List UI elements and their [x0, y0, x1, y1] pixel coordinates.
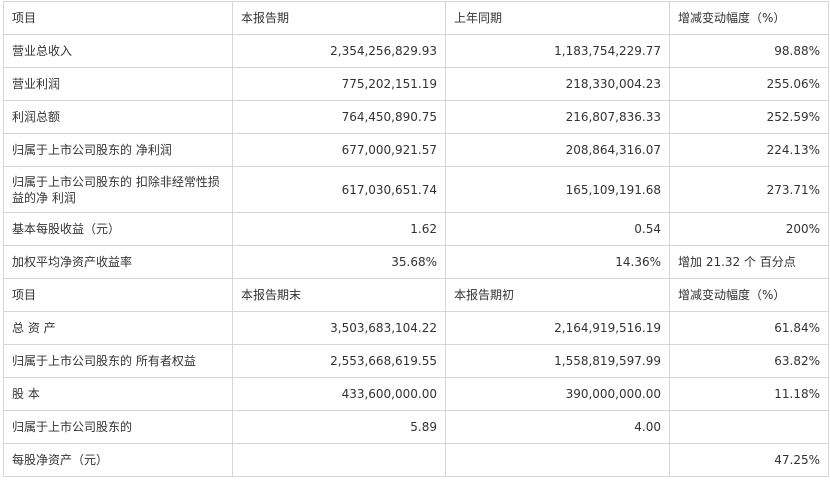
row-change-value: 273.71%: [669, 166, 829, 213]
row-current-value: 5.89: [232, 410, 446, 444]
table-row: 利润总额 764,450,890.75 216,807,836.33 252.5…: [3, 100, 829, 134]
row-change-value: 200%: [669, 212, 829, 246]
table-row: 总 资 产 3,503,683,104.22 2,164,919,516.19 …: [3, 311, 829, 345]
row-change-value: 255.06%: [669, 67, 829, 101]
table-header-row: 项目 本报告期 上年同期 增减变动幅度（%）: [3, 1, 829, 35]
row-label: 基本每股收益（元）: [3, 212, 233, 246]
header-cell-current-period: 本报告期: [232, 1, 446, 35]
table-row: 基本每股收益（元） 1.62 0.54 200%: [3, 212, 829, 246]
header-cell-period-end: 本报告期末: [232, 278, 446, 312]
row-current-value: 3,503,683,104.22: [232, 311, 446, 345]
table-row: 归属于上市公司股东的 扣除非经常性损益的净 利润 617,030,651.74 …: [3, 166, 829, 213]
row-label: 营业总收入: [3, 34, 233, 68]
row-label: 利润总额: [3, 100, 233, 134]
row-current-value: 617,030,651.74: [232, 166, 446, 213]
row-label: 营业利润: [3, 67, 233, 101]
row-label: 归属于上市公司股东的 扣除非经常性损益的净 利润: [3, 166, 233, 213]
row-current-value: 1.62: [232, 212, 446, 246]
row-change-value: 61.84%: [669, 311, 829, 345]
row-current-value: 2,354,256,829.93: [232, 34, 446, 68]
header-cell-period-start: 本报告期初: [445, 278, 670, 312]
header-cell-prior-period: 上年同期: [445, 1, 670, 35]
row-previous-value: [445, 443, 670, 477]
row-current-value: 433,600,000.00: [232, 377, 446, 411]
row-label: 加权平均净资产收益率: [3, 245, 233, 279]
row-previous-value: 1,558,819,597.99: [445, 344, 670, 378]
table-row: 每股净资产（元） 47.25%: [3, 443, 829, 477]
row-previous-value: 165,109,191.68: [445, 166, 670, 213]
table-row: 归属于上市公司股东的 5.89 4.00: [3, 410, 829, 444]
row-current-value: [232, 443, 446, 477]
row-previous-value: 0.54: [445, 212, 670, 246]
row-previous-value: 1,183,754,229.77: [445, 34, 670, 68]
row-change-value: 11.18%: [669, 377, 829, 411]
row-current-value: 2,553,668,619.55: [232, 344, 446, 378]
row-change-value: 增加 21.32 个 百分点: [669, 245, 829, 279]
row-label: 总 资 产: [3, 311, 233, 345]
financial-summary-table: 项目 本报告期 上年同期 增减变动幅度（%） 营业总收入 2,354,256,8…: [3, 1, 829, 477]
row-change-value: 63.82%: [669, 344, 829, 378]
table-row: 营业利润 775,202,151.19 218,330,004.23 255.0…: [3, 67, 829, 101]
row-current-value: 775,202,151.19: [232, 67, 446, 101]
table-row: 归属于上市公司股东的 净利润 677,000,921.57 208,864,31…: [3, 133, 829, 167]
row-change-value: 98.88%: [669, 34, 829, 68]
row-current-value: 677,000,921.57: [232, 133, 446, 167]
header-cell-change-rate: 增减变动幅度（%）: [669, 1, 829, 35]
table-row: 归属于上市公司股东的 所有者权益 2,553,668,619.55 1,558,…: [3, 344, 829, 378]
row-change-value: [669, 410, 829, 444]
row-label: 归属于上市公司股东的: [3, 410, 233, 444]
row-previous-value: 4.00: [445, 410, 670, 444]
row-label: 股 本: [3, 377, 233, 411]
row-previous-value: 14.36%: [445, 245, 670, 279]
header-cell-change-rate: 增减变动幅度（%）: [669, 278, 829, 312]
header-cell-item: 项目: [3, 278, 233, 312]
table-row: 加权平均净资产收益率 35.68% 14.36% 增加 21.32 个 百分点: [3, 245, 829, 279]
row-previous-value: 218,330,004.23: [445, 67, 670, 101]
row-previous-value: 390,000,000.00: [445, 377, 670, 411]
row-previous-value: 216,807,836.33: [445, 100, 670, 134]
row-previous-value: 208,864,316.07: [445, 133, 670, 167]
table-header-row: 项目 本报告期末 本报告期初 增减变动幅度（%）: [3, 278, 829, 312]
row-change-value: 47.25%: [669, 443, 829, 477]
row-label: 每股净资产（元）: [3, 443, 233, 477]
row-label: 归属于上市公司股东的 所有者权益: [3, 344, 233, 378]
table-row: 股 本 433,600,000.00 390,000,000.00 11.18%: [3, 377, 829, 411]
row-previous-value: 2,164,919,516.19: [445, 311, 670, 345]
row-change-value: 252.59%: [669, 100, 829, 134]
row-label: 归属于上市公司股东的 净利润: [3, 133, 233, 167]
row-current-value: 764,450,890.75: [232, 100, 446, 134]
row-change-value: 224.13%: [669, 133, 829, 167]
table-row: 营业总收入 2,354,256,829.93 1,183,754,229.77 …: [3, 34, 829, 68]
header-cell-item: 项目: [3, 1, 233, 35]
row-current-value: 35.68%: [232, 245, 446, 279]
